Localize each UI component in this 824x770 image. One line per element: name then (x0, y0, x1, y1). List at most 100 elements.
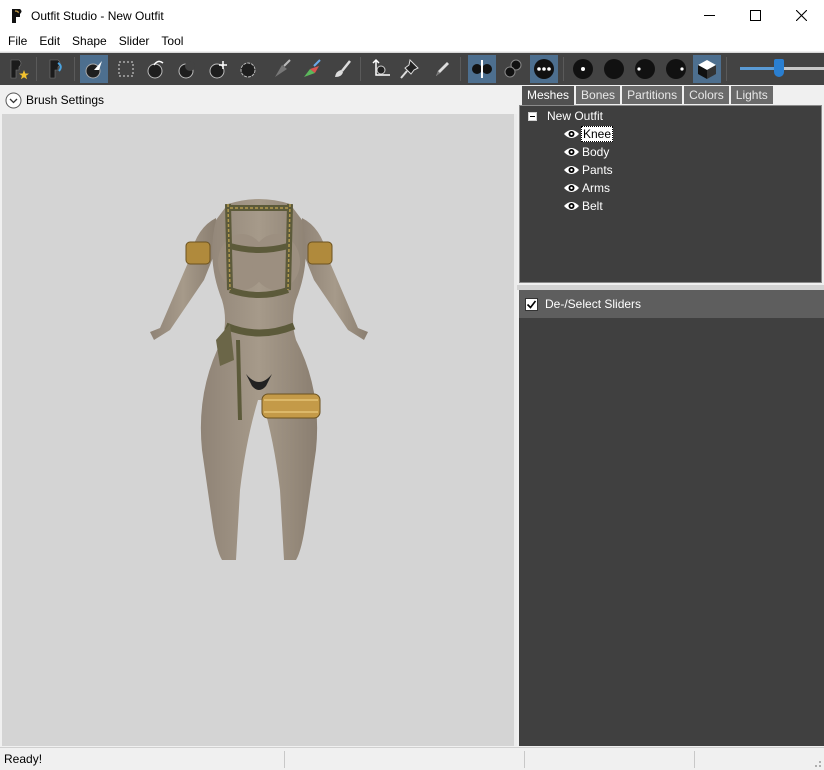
brush-settings-label: Brush Settings (26, 93, 105, 107)
inflate-brush-icon (147, 60, 164, 79)
mesh-label: Knee (581, 126, 614, 142)
tab-partitions[interactable]: Partitions (622, 86, 683, 104)
weight-brush-button[interactable] (298, 55, 326, 83)
texture-icon (666, 59, 686, 79)
eye-icon[interactable] (563, 182, 580, 194)
connected-only-button[interactable] (499, 55, 527, 83)
collapse-toggle-icon[interactable] (528, 111, 537, 121)
select-brush-icon (85, 61, 102, 79)
menu-edit[interactable]: Edit (33, 31, 66, 51)
move-brush-button[interactable] (204, 55, 232, 83)
toolbar (0, 52, 824, 85)
3d-viewport[interactable] (2, 114, 514, 746)
global-brush-button[interactable] (530, 55, 558, 83)
tab-bones[interactable]: Bones (576, 86, 621, 104)
list-item[interactable]: Belt (563, 197, 604, 215)
new-project-button[interactable] (4, 55, 32, 83)
list-item[interactable]: Arms (563, 179, 611, 197)
list-item[interactable]: Body (563, 143, 610, 161)
close-button[interactable] (778, 0, 824, 31)
global-brush-icon (534, 59, 554, 79)
status-bar: Ready! (0, 747, 824, 770)
chevron-down-icon[interactable] (5, 92, 22, 109)
pivot-pin-icon (400, 58, 419, 79)
color-brush-button[interactable] (328, 55, 356, 83)
menu-file[interactable]: File (2, 31, 33, 51)
eye-icon[interactable] (563, 128, 580, 140)
tab-lights[interactable]: Lights (730, 86, 773, 104)
move-brush-icon (209, 61, 227, 79)
mask-brush-button[interactable] (268, 55, 296, 83)
eye-icon[interactable] (563, 200, 580, 212)
edit-pencil-icon (436, 62, 449, 76)
menu-bar: File Edit Shape Slider Tool (0, 31, 824, 51)
title-bar: Outfit Studio - New Outfit (0, 0, 824, 31)
load-outfit-icon (49, 59, 62, 79)
inflate-brush-button[interactable] (142, 55, 170, 83)
weight-brush-icon (304, 59, 321, 77)
mask-select-button[interactable] (112, 55, 140, 83)
outfit-model-preview (150, 199, 368, 560)
transform-icon (372, 58, 390, 76)
menu-tool[interactable]: Tool (155, 31, 189, 51)
select-sliders-checkbox[interactable] (525, 297, 538, 311)
tab-meshes[interactable]: Meshes (522, 86, 575, 105)
resize-grip-icon[interactable] (812, 758, 822, 768)
x-mirror-icon (472, 60, 492, 78)
vertex-dots-button[interactable] (569, 55, 597, 83)
menu-slider[interactable]: Slider (113, 31, 156, 51)
smooth-brush-button[interactable] (234, 55, 262, 83)
minimize-icon (703, 15, 715, 16)
sliders-list (519, 318, 824, 746)
transform-button[interactable] (366, 55, 394, 83)
close-icon (795, 10, 807, 21)
checkmark-icon (526, 300, 537, 309)
sliders-header-label: De-/Select Sliders (545, 297, 642, 311)
lighting-button[interactable] (631, 55, 659, 83)
edit-button[interactable] (428, 55, 456, 83)
tab-colors[interactable]: Colors (684, 86, 729, 104)
lighting-icon (635, 59, 655, 79)
mesh-label: Arms (582, 181, 610, 195)
pivot-button[interactable] (396, 55, 424, 83)
mask-brush-icon (275, 59, 291, 77)
outfit-studio-logo-icon (12, 8, 22, 23)
window-title: Outfit Studio - New Outfit (31, 8, 164, 23)
list-item[interactable]: Pants (563, 161, 614, 179)
select-brush-button[interactable] (80, 55, 108, 83)
status-text: Ready! (4, 752, 43, 766)
deflate-brush-button[interactable] (172, 55, 200, 83)
minimize-button[interactable] (686, 0, 732, 31)
color-brush-icon (335, 60, 351, 77)
brush-settings-header[interactable]: Brush Settings (0, 86, 517, 114)
panel-tabs: Meshes Bones Partitions Colors Lights (522, 86, 775, 105)
menu-shape[interactable]: Shape (66, 31, 113, 51)
sliders-header[interactable]: De-/Select Sliders (519, 290, 824, 318)
mesh-label: Body (582, 145, 610, 159)
list-item[interactable]: Knee (563, 125, 614, 143)
deflate-brush-icon (178, 61, 195, 79)
load-outfit-button[interactable] (42, 55, 70, 83)
maximize-button[interactable] (732, 0, 778, 31)
vertex-dots-icon (573, 59, 593, 79)
tree-root[interactable]: New Outfit (528, 109, 603, 123)
texture-button[interactable] (662, 55, 690, 83)
mesh-label: Pants (582, 163, 613, 177)
mask-select-icon (118, 61, 134, 77)
mesh-tree: New Outfit Knee Body Pants Arms Belt (519, 105, 822, 283)
zoom-slider-fill (740, 67, 779, 70)
zoom-slider-thumb[interactable] (773, 59, 784, 77)
shading-button[interactable] (693, 55, 721, 83)
connected-only-icon (504, 59, 522, 78)
wireframe-icon (604, 59, 624, 79)
shading-icon (698, 60, 716, 79)
smooth-brush-icon (240, 62, 256, 78)
eye-icon[interactable] (563, 164, 580, 176)
eye-icon[interactable] (563, 146, 580, 158)
wireframe-button[interactable] (600, 55, 628, 83)
mesh-label: Belt (582, 199, 603, 213)
new-project-icon (10, 59, 29, 80)
tree-root-label: New Outfit (547, 109, 604, 123)
x-mirror-button[interactable] (468, 55, 496, 83)
maximize-icon (749, 10, 761, 21)
